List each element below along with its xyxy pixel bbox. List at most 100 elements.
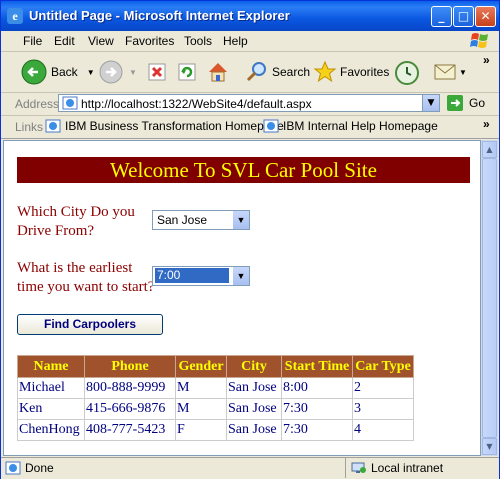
refresh-icon xyxy=(178,63,196,81)
column-header[interactable]: Phone xyxy=(84,355,176,378)
address-label: Address xyxy=(15,97,60,111)
go-button[interactable]: Go xyxy=(447,95,485,111)
windows-logo-icon xyxy=(470,33,488,48)
link-label: IBM Internal Help Homepage xyxy=(283,119,438,133)
cell-gender: M xyxy=(175,377,227,399)
column-header[interactable]: Gender xyxy=(175,355,227,378)
cell-start-time: 7:30 xyxy=(281,419,353,441)
column-header[interactable]: Name xyxy=(17,355,85,378)
menu-edit[interactable]: Edit xyxy=(54,34,75,48)
menu-file[interactable]: File xyxy=(23,34,42,48)
close-button[interactable]: ✕ xyxy=(475,6,496,27)
title-bar[interactable]: e Untitled Page - Microsoft Internet Exp… xyxy=(1,1,499,31)
search-label: Search xyxy=(272,65,311,79)
history-icon xyxy=(395,61,419,85)
back-label: Back xyxy=(51,65,78,79)
address-input[interactable]: http://localhost:1322/WebSite4/default.a… xyxy=(58,94,440,112)
carpool-results-table: Name Phone Gender City Start Time Car Ty… xyxy=(17,355,414,441)
table-row: Ken 415-666-9876 M San Jose 7:30 3 xyxy=(17,398,414,420)
cell-name: Michael xyxy=(17,377,85,399)
menu-tools[interactable]: Tools xyxy=(184,34,212,48)
scroll-down-icon[interactable]: ▼ xyxy=(482,438,497,455)
stop-button[interactable] xyxy=(147,62,167,82)
city-select-value: San Jose xyxy=(157,213,208,227)
back-dropdown-icon[interactable]: ▼ xyxy=(87,68,95,77)
page-done-icon xyxy=(5,461,21,475)
cell-name: ChenHong xyxy=(17,419,85,441)
browser-window: e Untitled Page - Microsoft Internet Exp… xyxy=(0,0,500,479)
cell-car-type: 3 xyxy=(352,398,414,420)
security-zone: Local intranet xyxy=(371,461,444,475)
history-button[interactable] xyxy=(394,60,420,86)
home-button[interactable] xyxy=(206,60,230,84)
menu-bar: File Edit View Favorites Tools Help xyxy=(1,31,499,52)
forward-arrow-icon xyxy=(99,60,123,84)
cell-start-time: 8:00 xyxy=(281,377,353,399)
standard-toolbar: Back ▼ ▼ Search Favorites ▼ » xyxy=(1,52,499,93)
menu-help[interactable]: Help xyxy=(223,34,248,48)
column-header[interactable]: Start Time xyxy=(281,355,353,378)
forward-dropdown-icon[interactable]: ▼ xyxy=(129,68,137,77)
page-icon xyxy=(263,119,279,133)
scroll-up-icon[interactable]: ▲ xyxy=(482,141,497,158)
ie-logo-icon: e xyxy=(7,8,23,24)
search-button[interactable]: Search xyxy=(245,60,310,84)
table-row: Michael 800-888-9999 M San Jose 8:00 2 xyxy=(17,377,414,399)
status-text: Done xyxy=(25,461,54,475)
minimize-button[interactable]: _ xyxy=(431,6,452,27)
cell-city: San Jose xyxy=(226,398,282,420)
links-more-chevron[interactable]: » xyxy=(483,117,490,131)
cell-car-type: 2 xyxy=(352,377,414,399)
chevron-down-icon[interactable]: ▼ xyxy=(233,211,249,229)
forward-button[interactable]: ▼ xyxy=(99,60,137,84)
menu-favorites[interactable]: Favorites xyxy=(125,34,174,48)
toolbar-more-chevron[interactable]: » xyxy=(483,53,490,67)
cell-name: Ken xyxy=(17,398,85,420)
window-title: Untitled Page - Microsoft Internet Explo… xyxy=(29,8,290,23)
cell-start-time: 7:30 xyxy=(281,398,353,420)
address-bar: Address http://localhost:1322/WebSite4/d… xyxy=(1,93,499,116)
status-bar: Done Local intranet xyxy=(1,457,499,479)
time-label: What is the earliest time you want to st… xyxy=(17,260,155,295)
column-header[interactable]: City xyxy=(226,355,282,378)
cell-phone: 800-888-9999 xyxy=(84,377,176,399)
cell-phone: 408-777-5423 xyxy=(84,419,176,441)
links-bar: Links IBM Business Transformation Homepa… xyxy=(1,116,499,139)
back-arrow-icon xyxy=(21,59,47,85)
go-arrow-icon xyxy=(447,95,463,111)
refresh-button[interactable] xyxy=(177,62,197,82)
column-header[interactable]: Car Type xyxy=(352,355,414,378)
maximize-button[interactable]: □ xyxy=(453,6,474,27)
home-icon xyxy=(209,63,227,82)
city-label: Which City Do you Drive From? xyxy=(17,204,135,239)
vertical-scrollbar[interactable]: ▲ ▼ xyxy=(481,140,498,456)
scrollbar-thumb[interactable] xyxy=(482,158,497,438)
cell-car-type: 4 xyxy=(352,419,414,441)
time-select[interactable]: 7:00 ▼ xyxy=(152,266,250,286)
table-row: ChenHong 408-777-5423 F San Jose 7:30 4 xyxy=(17,419,414,441)
back-button[interactable]: Back ▼ xyxy=(21,59,95,85)
intranet-icon xyxy=(351,462,366,473)
link-ibm-business-transformation[interactable]: IBM Business Transformation Homepage xyxy=(45,119,284,133)
favorites-button[interactable]: Favorites xyxy=(313,60,389,84)
cell-gender: F xyxy=(175,419,227,441)
find-carpoolers-button[interactable]: Find Carpoolers xyxy=(17,314,163,335)
mail-dropdown-icon[interactable]: ▼ xyxy=(459,68,467,77)
cell-city: San Jose xyxy=(226,419,282,441)
status-divider xyxy=(345,458,346,478)
links-label: Links xyxy=(15,120,44,134)
page-icon xyxy=(45,119,61,133)
cell-city: San Jose xyxy=(226,377,282,399)
link-label: IBM Business Transformation Homepage xyxy=(65,119,284,133)
chevron-down-icon[interactable]: ▼ xyxy=(233,267,249,285)
address-dropdown-icon[interactable]: ▼ xyxy=(422,95,439,111)
city-select[interactable]: San Jose ▼ xyxy=(152,210,250,230)
cell-phone: 415-666-9876 xyxy=(84,398,176,420)
time-select-value: 7:00 xyxy=(155,268,229,283)
mail-button[interactable]: ▼ xyxy=(433,61,467,83)
go-label: Go xyxy=(469,96,486,110)
link-ibm-internal-help[interactable]: IBM Internal Help Homepage xyxy=(263,119,438,133)
mail-icon xyxy=(434,64,456,80)
menu-view[interactable]: View xyxy=(88,34,114,48)
search-icon xyxy=(246,62,266,82)
